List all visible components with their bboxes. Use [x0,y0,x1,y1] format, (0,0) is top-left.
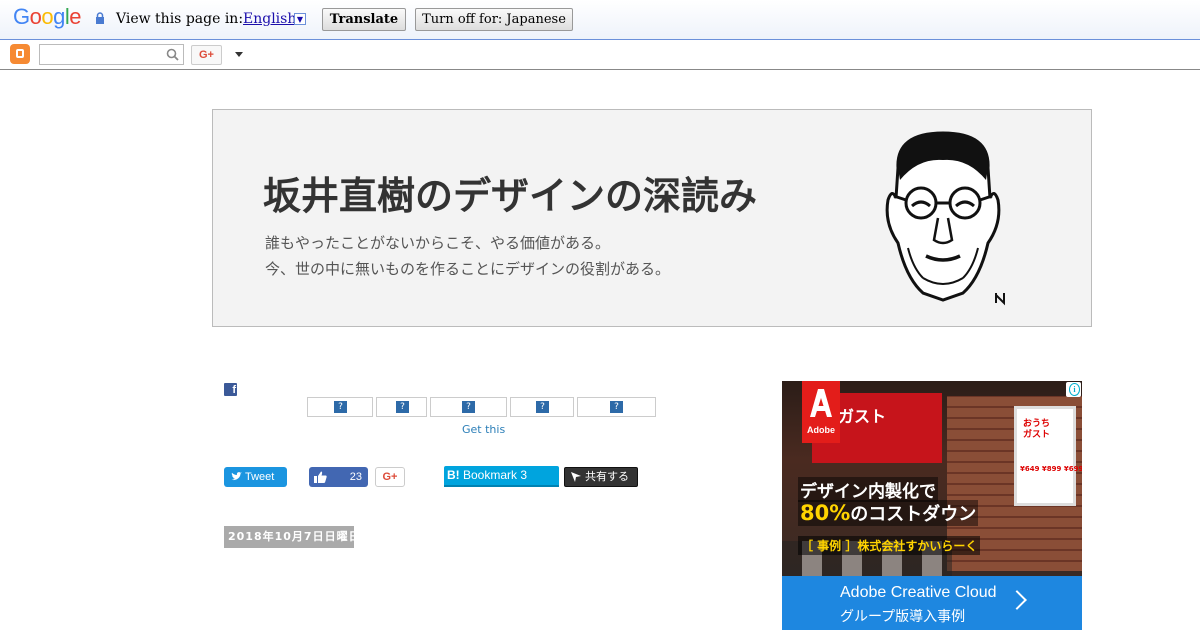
blog-description-line-1: 誰もやったことがないからこそ、やる価値がある。 [265,234,611,252]
ad-headline-2: 80%のコストダウン [798,500,979,526]
facebook-icon[interactable]: f [224,383,237,396]
turn-off-button[interactable]: Turn off for: Japanese [415,8,573,31]
ad-headline-accent: 80% [800,501,851,525]
tweet-button[interactable]: Tweet [224,467,287,487]
blog-description-line-2: 今、世の中に無いものを作ることにデザインの役割がある。 [265,260,671,278]
twitter-bird-icon [231,472,242,481]
author-caricature-illustration [885,131,1005,306]
google-logo-letter: o [29,4,42,29]
hatena-bookmark-button[interactable]: B! Bookmark 3 [444,466,559,487]
broken-image-icon: ? [462,401,475,413]
more-caret-icon[interactable] [235,52,243,57]
ad-headline-rest: のコストダウン [850,504,977,525]
adobe-logo: Adobe [802,381,840,443]
share-widget-placeholder[interactable]: ? [430,397,507,417]
ad-poster-title: おうち ガスト [1023,419,1051,440]
blog-header-banner[interactable]: 坂井直樹のデザインの深読み 誰もやったことがないからこそ、やる価値がある。 今、… [212,109,1092,327]
broken-image-icon: ? [396,401,409,413]
translate-button[interactable]: Translate [322,8,406,31]
search-icon[interactable] [166,48,179,61]
google-logo-letter: o [41,4,54,29]
thumbs-up-icon [314,471,327,483]
advertisement-banner[interactable]: ガスト Adobe おうち ガスト ¥649 ¥899 ¥699 デザイン内製化… [782,381,1082,630]
lock-icon [96,12,104,24]
ad-poster-prices: ¥649 ¥899 ¥699 [1020,465,1082,473]
google-logo-letter: G [13,4,30,29]
share-widget-placeholder[interactable]: ? [376,397,427,417]
hatena-b-icon: B! [447,468,460,482]
blog-search-input[interactable] [39,44,184,65]
adobe-logo-text: Adobe [807,425,835,435]
share-label: 共有する [585,470,629,483]
post-date-header: 2018年10月7日日曜日 [224,526,354,548]
broken-image-icon: ? [334,401,347,413]
gplus-share-button[interactable]: G+ [191,45,222,65]
share-button[interactable]: 共有する [564,467,638,487]
blog-title[interactable]: 坂井直樹のデザインの深読み [263,165,757,220]
google-logo: Google [13,4,82,30]
share-widget-placeholder[interactable]: ? [307,397,373,417]
google-logo-letter: e [69,4,82,29]
tweet-label: Tweet [245,471,275,483]
share-widget-placeholder[interactable]: ? [510,397,574,417]
like-count: 23 [349,471,362,483]
bookmark-underline [444,485,559,487]
facebook-like-button[interactable]: 23 [309,467,368,487]
ad-product-line-2: グループ版導入事例 [840,609,966,625]
gplus-button[interactable]: G+ [375,467,405,487]
translate-bar: Google View this page in: English ▼ Tran… [0,0,1200,40]
broken-image-icon: ? [536,401,549,413]
ad-menu-poster: おうち ガスト ¥649 ¥899 ¥699 [1014,406,1082,506]
share-star-icon [571,472,581,482]
ad-shop-name: ガスト [838,407,887,426]
chevron-down-icon[interactable]: ▼ [294,13,306,25]
ad-cta-bar[interactable]: Adobe Creative Cloud グループ版導入事例 [782,576,1082,630]
ad-headline-1: デザイン内製化で [798,477,938,502]
language-select[interactable]: English [243,11,296,27]
google-logo-letter: g [53,4,65,29]
share-widget-placeholder[interactable]: ? [577,397,656,417]
ad-info-icon[interactable] [1066,382,1081,397]
ad-product-line-1: Adobe Creative Cloud [840,584,997,601]
bookmark-label: Bookmark 3 [459,468,528,482]
ad-case-label: ［ 事例 ］株式会社すかいらーく [798,536,981,555]
view-page-label: View this page in: [116,11,244,27]
adobe-a-icon [810,389,832,417]
blogger-icon[interactable] [10,44,30,64]
broken-image-icon: ? [610,401,623,413]
blogger-navbar: G+ [0,40,1200,70]
chevron-right-icon [1007,590,1027,610]
get-this-link[interactable]: Get this [462,423,505,436]
